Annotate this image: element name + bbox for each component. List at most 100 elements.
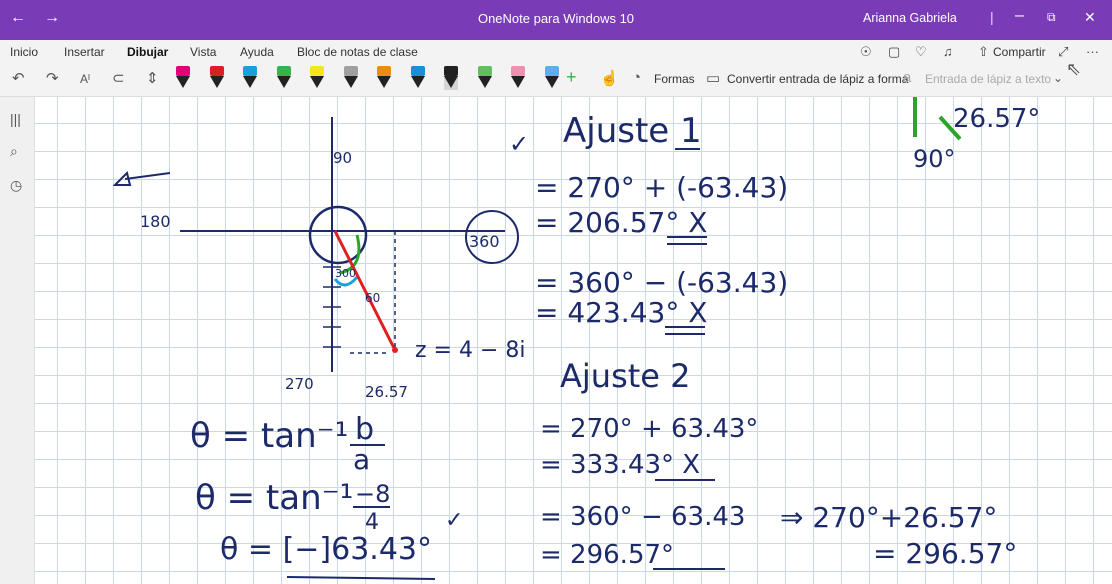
a1-line-4: = 423.43° X xyxy=(535,296,707,329)
close-button[interactable]: ✕ xyxy=(1084,9,1096,26)
recent-clock-icon[interactable]: ◷ xyxy=(10,177,22,194)
label-z: z = 4 − 8i xyxy=(415,338,526,363)
pen-tip-icon xyxy=(544,76,559,88)
expand-icon[interactable]: ⤢ xyxy=(1058,44,1068,60)
tab-inicio[interactable]: Inicio xyxy=(10,45,38,59)
ink-to-text-button: Entrada de lápiz a texto xyxy=(925,72,1052,86)
bell-icon[interactable]: ♫ xyxy=(943,44,953,59)
tab-insertar[interactable]: Insertar xyxy=(64,45,105,59)
touch-draw-icon[interactable]: ☝ xyxy=(600,69,619,87)
theta-line-3: θ = [−]63.43° xyxy=(220,532,432,567)
pen-tip-icon xyxy=(310,76,324,88)
pen-tip-icon xyxy=(444,76,458,88)
theta-line-1: θ = tan⁻¹ xyxy=(190,416,348,456)
pen-color-swatch xyxy=(176,66,190,76)
pen-tip-icon xyxy=(477,76,492,88)
ink-to-text-icon: a xyxy=(903,69,912,86)
redo-icon[interactable]: ↷ xyxy=(46,69,59,87)
a1-line-2: = 206.57° X xyxy=(535,206,707,239)
pen-10[interactable] xyxy=(477,66,492,90)
lasso-select-icon[interactable]: ⊂ xyxy=(112,69,125,87)
chevron-down-icon[interactable]: ⌄ xyxy=(1053,71,1063,85)
more-options-icon[interactable]: ··· xyxy=(1086,44,1099,59)
user-name[interactable]: Arianna Gabriela xyxy=(863,11,957,25)
pen-tip-icon xyxy=(343,76,358,88)
top-right-90: 90° xyxy=(913,145,956,173)
pen-7[interactable] xyxy=(377,66,391,90)
theta-2-numerator: −8 xyxy=(355,480,390,508)
mouse-cursor-icon: ⇖ xyxy=(1066,59,1082,79)
pen-3[interactable] xyxy=(243,66,257,90)
pen-tip-icon xyxy=(176,76,190,88)
pen-6[interactable] xyxy=(343,66,358,90)
pen-color-swatch xyxy=(343,66,358,76)
check-mark-2: ✓ xyxy=(445,508,463,533)
theta-1-denominator: a xyxy=(353,443,370,476)
draw-toolbar: ↶ ↷ Aᴵ ⊂ ⇕ + ☝ ◔ Formas ▭ Convertir entr… xyxy=(0,59,1112,97)
pen-color-swatch xyxy=(377,66,391,76)
pen-color-swatch xyxy=(544,66,559,76)
minimize-button[interactable]: – xyxy=(1015,7,1024,25)
search-icon[interactable]: ⌕ xyxy=(10,143,18,160)
label-26-57: 26.57 xyxy=(365,383,408,401)
pen-color-swatch xyxy=(209,66,224,76)
pen-1[interactable] xyxy=(176,66,190,90)
a2-line-1: = 270° + 63.43° xyxy=(540,414,758,444)
restore-button[interactable]: ⧉ xyxy=(1047,10,1056,25)
pen-8[interactable] xyxy=(410,66,425,90)
pen-tip-icon xyxy=(209,76,224,88)
label-60: 60 xyxy=(365,291,380,305)
pen-9[interactable] xyxy=(444,66,458,90)
pen-color-swatch xyxy=(410,66,425,76)
ribbon-tabs: Inicio Insertar Dibujar Vista Ayuda Bloc… xyxy=(0,40,1112,64)
pen-tip-icon xyxy=(243,76,257,88)
ink-layer: 360 90 180 270 26.57 z = 4 − 8i 300 60 ✓… xyxy=(112,97,1040,580)
pen-color-swatch xyxy=(477,66,492,76)
label-300: 300 xyxy=(335,267,356,280)
heading-ajuste-2: Ajuste 2 xyxy=(560,357,691,395)
page-icon[interactable]: ▢ xyxy=(888,44,900,60)
theta-line-2: θ = tan⁻¹ xyxy=(195,478,353,518)
notebooks-icon[interactable]: ||| xyxy=(10,111,21,127)
note-canvas[interactable]: 360 90 180 270 26.57 z = 4 − 8i 300 60 ✓… xyxy=(35,97,1112,584)
convert-icon[interactable]: ▭ xyxy=(706,69,720,87)
pen-tip-icon xyxy=(276,76,291,88)
pen-2[interactable] xyxy=(209,66,224,90)
share-icon[interactable]: ⇧ xyxy=(978,44,989,60)
undo-icon[interactable]: ↶ xyxy=(12,69,25,87)
shapes-button[interactable]: Formas xyxy=(654,72,695,86)
tab-dibujar[interactable]: Dibujar xyxy=(127,45,169,64)
right-line-1: ⇒ 270°+26.57° xyxy=(780,501,997,534)
heading-ajuste-1: Ajuste 1 xyxy=(563,111,702,151)
pen-4[interactable] xyxy=(276,66,291,90)
add-pen-button[interactable]: + xyxy=(566,67,577,88)
pen-5[interactable] xyxy=(310,66,324,90)
theta-1-numerator: b xyxy=(355,412,374,447)
pen-12[interactable] xyxy=(544,66,559,90)
bulb-icon[interactable]: ♡ xyxy=(915,44,927,60)
tab-bloc-de-notas[interactable]: Bloc de notas de clase xyxy=(297,45,418,59)
tab-vista[interactable]: Vista xyxy=(190,45,216,59)
share-button[interactable]: Compartir xyxy=(993,45,1046,59)
tab-ayuda[interactable]: Ayuda xyxy=(240,45,274,59)
label-360: 360 xyxy=(469,232,500,251)
top-right-angle: 26.57° xyxy=(953,104,1040,134)
left-sidebar: ||| ⌕ ◷ xyxy=(0,97,35,584)
a2-line-4: = 296.57° xyxy=(540,540,674,570)
arrow-scribble xyxy=(124,172,171,180)
pen-tip-icon xyxy=(410,76,425,88)
convert-ink-to-shape-button[interactable]: Convertir entrada de lápiz a forma xyxy=(727,72,908,86)
lightbulb-icon[interactable]: ☉ xyxy=(860,44,872,60)
title-separator: | xyxy=(990,9,994,25)
pen-11[interactable] xyxy=(511,66,525,90)
a2-line-2: = 333.43° X xyxy=(540,450,700,480)
pen-color-swatch xyxy=(310,66,324,76)
label-90: 90 xyxy=(333,149,352,167)
insert-space-icon[interactable]: ⇕ xyxy=(146,69,159,87)
a1-line-1: = 270° + (-63.43) xyxy=(535,171,788,204)
right-line-2: = 296.57° xyxy=(873,537,1017,570)
label-270: 270 xyxy=(285,375,314,393)
type-select-icon[interactable]: Aᴵ xyxy=(80,72,90,86)
shapes-icon[interactable]: ◔ xyxy=(632,69,641,86)
pen-color-swatch xyxy=(276,66,291,76)
